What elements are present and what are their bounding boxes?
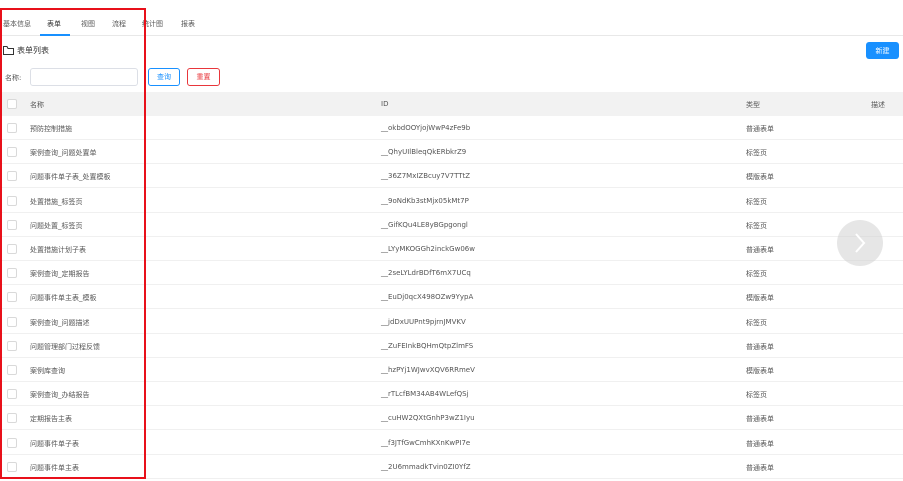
cell-id: __QhyUIlBleqQkERbkrZ9 <box>381 148 467 157</box>
cell-name: 问题管理部门过程反馈 <box>30 342 100 351</box>
tab-bar: 基本信息 表单 视图 流程 统计图 报表 <box>0 0 903 36</box>
cell-name: 问题事件单子表 <box>30 439 79 448</box>
cell-type: 普通表单 <box>746 439 774 448</box>
cell-type: 标签页 <box>746 270 767 279</box>
chevron-right-icon <box>855 233 866 253</box>
row-checkbox[interactable] <box>7 389 17 400</box>
cell-name: 问题事件单主表_模板 <box>30 294 97 303</box>
column-header-description: 描述 <box>871 101 885 109</box>
row-checkbox[interactable] <box>7 147 17 158</box>
cell-type: 模版表单 <box>746 294 774 303</box>
cell-type: 普通表单 <box>746 125 774 133</box>
folder-icon <box>3 46 14 55</box>
tab-reports[interactable]: 报表 <box>181 19 195 29</box>
cell-name: 案例查询_问题处置单 <box>30 149 97 158</box>
cell-id: __hzPYj1WJwvXQV6RRmeV <box>381 366 475 374</box>
row-checkbox[interactable] <box>7 413 17 424</box>
table-row[interactable]: 处置措施_标签页 __9oNdKb3stMjx05kMt7P 标签页 <box>0 189 903 213</box>
cell-type: 模版表单 <box>746 173 774 182</box>
column-header-type: 类型 <box>746 101 760 109</box>
cell-type: 标签页 <box>746 221 767 230</box>
cell-type: 普通表单 <box>746 342 774 351</box>
cell-name: 处置措施_标签页 <box>30 197 83 206</box>
row-checkbox[interactable] <box>7 123 17 133</box>
row-checkbox[interactable] <box>7 268 17 279</box>
tab-forms[interactable]: 表单 <box>47 19 61 29</box>
select-all-checkbox[interactable] <box>7 99 17 109</box>
cell-name: 问题事件单子表_处置模板 <box>30 173 111 182</box>
table-row[interactable]: 问题事件单子表 __f3JTfGwCmhKXnKwPI7e 普通表单 <box>0 431 903 455</box>
cell-id: __cuHW2QXtGnhP3wZ1Iyu <box>381 414 475 423</box>
active-tab-indicator <box>40 34 70 36</box>
cell-id: __2U6mmadkTvin0ZI0YfZ <box>381 462 471 471</box>
cell-id: __rTLcfBM34AB4WLefQSj <box>381 390 469 399</box>
table-row[interactable]: 案例查询_办结报告 __rTLcfBM34AB4WLefQSj 标签页 <box>0 382 903 407</box>
tab-basic-info[interactable]: 基本信息 <box>3 19 31 29</box>
tab-statistics[interactable]: 统计图 <box>142 19 163 29</box>
cell-id: __f3JTfGwCmhKXnKwPI7e <box>381 438 471 447</box>
row-checkbox[interactable] <box>7 292 17 303</box>
table-row[interactable]: 定期报告主表 __cuHW2QXtGnhP3wZ1Iyu 普通表单 <box>0 406 903 431</box>
column-header-name: 名称 <box>30 101 44 109</box>
cell-name: 预防控制措施 <box>30 125 72 133</box>
cell-type: 普通表单 <box>746 246 774 254</box>
row-checkbox[interactable] <box>7 437 17 448</box>
table-row[interactable]: 案例查询_定期报告 __2seLYLdrBDfT6mX7UCq 标签页 <box>0 261 903 286</box>
table-row[interactable]: 案例查询_问题处置单 __QhyUIlBleqQkERbkrZ9 标签页 <box>0 140 903 165</box>
row-checkbox[interactable] <box>7 461 17 472</box>
cell-name: 案例查询_办结报告 <box>30 391 90 400</box>
cell-type: 标签页 <box>746 391 767 400</box>
row-checkbox[interactable] <box>7 316 17 327</box>
table-row[interactable]: 问题管理部门过程反馈 __ZuFEInkBQHmQtpZlmFS 普通表单 <box>0 334 903 358</box>
column-header-id: ID <box>381 100 389 108</box>
table-row[interactable]: 问题事件单子表_处置模板 __36Z7MxIZBcuy7V7TTtZ 模版表单 <box>0 164 903 189</box>
reset-button[interactable]: 重置 <box>187 68 220 86</box>
cell-name: 问题事件单主表 <box>30 463 79 472</box>
row-checkbox[interactable] <box>7 244 17 254</box>
cell-id: __EuDj0qcX498OZw9YypA <box>381 293 474 302</box>
cell-id: __36Z7MxIZBcuy7V7TTtZ <box>381 172 471 181</box>
cell-type: 模版表单 <box>746 367 774 375</box>
table-row[interactable]: 预防控制措施 __okbdOOYjojWwP4zFe9b 普通表单 <box>0 116 903 140</box>
cell-name: 问题处置_标签页 <box>30 221 83 230</box>
tab-views[interactable]: 视图 <box>81 19 95 29</box>
table-row[interactable]: 问题处置_标签页 __GifKQu4LE8yBGpgongl 标签页 <box>0 213 903 237</box>
row-checkbox[interactable] <box>7 219 17 230</box>
table-row[interactable]: 案例库查询 __hzPYj1WJwvXQV6RRmeV 模版表单 <box>0 358 903 382</box>
cell-id: __okbdOOYjojWwP4zFe9b <box>381 124 471 132</box>
cell-id: __2seLYLdrBDfT6mX7UCq <box>381 269 471 278</box>
name-search-input[interactable] <box>30 68 138 86</box>
row-checkbox[interactable] <box>7 195 17 206</box>
section-title: 表单列表 <box>17 46 49 55</box>
cell-name: 定期报告主表 <box>30 415 72 424</box>
cell-name: 案例库查询 <box>30 367 65 375</box>
cell-type: 标签页 <box>746 197 767 206</box>
row-checkbox[interactable] <box>7 365 17 375</box>
table-row[interactable]: 问题事件单主表 __2U6mmadkTvin0ZI0YfZ 普通表单 <box>0 455 903 479</box>
cell-name: 处置措施计划子表 <box>30 246 86 254</box>
new-button[interactable]: 新建 <box>866 42 899 59</box>
cell-id: __9oNdKb3stMjx05kMt7P <box>381 196 469 205</box>
cell-id: __ZuFEInkBQHmQtpZlmFS <box>381 341 474 350</box>
cell-name: 案例查询_问题描述 <box>30 318 90 327</box>
cell-id: __jdDxUUPnt9pjrnJMVKV <box>381 317 466 326</box>
tab-workflow[interactable]: 流程 <box>112 19 126 29</box>
row-checkbox[interactable] <box>7 171 17 182</box>
cell-type: 标签页 <box>746 318 767 327</box>
table-row[interactable]: 问题事件单主表_模板 __EuDj0qcX498OZw9YypA 模版表单 <box>0 285 903 310</box>
name-label: 名称: <box>5 74 22 82</box>
next-page-button[interactable] <box>837 220 883 266</box>
row-checkbox[interactable] <box>7 340 17 351</box>
cell-type: 普通表单 <box>746 463 774 472</box>
cell-name: 案例查询_定期报告 <box>30 270 90 279</box>
cell-type: 标签页 <box>746 149 767 158</box>
cell-type: 普通表单 <box>746 415 774 424</box>
table-row[interactable]: 处置措施计划子表 __LYyMKOGGh2inckGw06w 普通表单 <box>0 237 903 261</box>
query-button[interactable]: 查询 <box>148 68 180 86</box>
table-header: 名称 ID 类型 描述 <box>0 92 903 116</box>
table-row[interactable]: 案例查询_问题描述 __jdDxUUPnt9pjrnJMVKV 标签页 <box>0 310 903 334</box>
cell-id: __LYyMKOGGh2inckGw06w <box>381 245 475 253</box>
cell-id: __GifKQu4LE8yBGpgongl <box>381 220 468 229</box>
